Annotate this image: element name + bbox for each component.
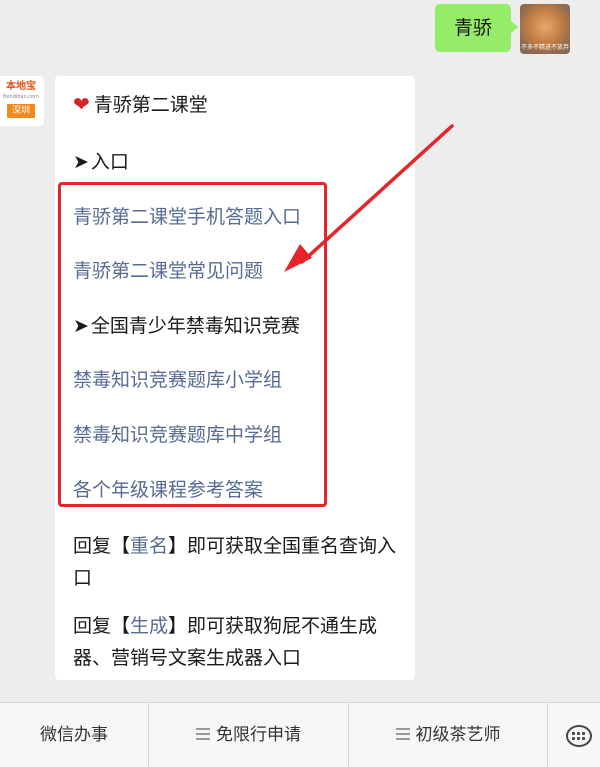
menu-list-icon bbox=[196, 728, 210, 740]
menu-divider bbox=[547, 703, 548, 767]
menu-item-label: 微信办事 bbox=[40, 725, 108, 745]
section-entry-label: 入口 bbox=[90, 151, 129, 173]
bot-logo-city: 深圳 bbox=[7, 104, 35, 118]
section-entry: ➤ 入口 bbox=[73, 148, 129, 176]
card-title: ❤ 青骄第二课堂 bbox=[73, 90, 208, 119]
link-faq[interactable]: 青骄第二课堂常见问题 bbox=[73, 257, 263, 285]
user-message-text: 青骄 bbox=[453, 17, 492, 39]
keyboard-icon[interactable] bbox=[566, 725, 592, 747]
reply2-keyword: 生成 bbox=[130, 615, 169, 637]
menu-item-tea-artist[interactable]: 初级茶艺师 bbox=[349, 703, 547, 767]
section-contest: ➤ 全国青少年禁毒知识竞赛 bbox=[73, 312, 300, 340]
bot-message-card: ❤ 青骄第二课堂 ➤ 入口 青骄第二课堂手机答题入口 青骄第二课堂常见问题 ➤ 全国青… bbox=[55, 76, 415, 680]
reply1-keyword: 重名 bbox=[130, 535, 169, 557]
link-answers[interactable]: 各个年级课程参考答案 bbox=[73, 476, 263, 504]
link-answer-entry[interactable]: 青骄第二课堂手机答题入口 bbox=[73, 203, 301, 231]
card-title-text: 青骄第二课堂 bbox=[93, 94, 208, 116]
bot-avatar[interactable]: 本地宝 Bendibao.com 深圳 bbox=[0, 76, 44, 126]
reply2-prefix: 回复【 bbox=[73, 615, 131, 637]
menu-item-restriction-exemption[interactable]: 免限行申请 bbox=[149, 703, 348, 767]
menu-list-icon bbox=[395, 728, 410, 740]
user-avatar[interactable]: 不多不精进不放弃 bbox=[520, 4, 570, 54]
reply1-prefix: 回复【 bbox=[73, 535, 131, 557]
heart-icon: ❤ bbox=[73, 92, 90, 116]
bottom-menu-bar: 微信办事 免限行申请 初级茶艺师 bbox=[0, 702, 600, 767]
link-middle-bank[interactable]: 禁毒知识竞赛题库中学组 bbox=[73, 421, 282, 449]
menu-item-wechat-service[interactable]: 微信办事 bbox=[0, 703, 148, 767]
user-message-bubble[interactable]: 青骄 bbox=[435, 4, 518, 52]
reply-rename-instruction: 回复【重名】即可获取全国重名查询入口 bbox=[73, 530, 408, 594]
menu-item-label: 初级茶艺师 bbox=[415, 725, 501, 745]
arrow-bullet-icon: ➤ bbox=[73, 151, 89, 173]
arrow-bullet-icon: ➤ bbox=[73, 315, 89, 337]
bot-logo-url: Bendibao.com bbox=[3, 94, 39, 100]
section-contest-label: 全国青少年禁毒知识竞赛 bbox=[90, 315, 300, 337]
user-avatar-caption: 不多不精进不放弃 bbox=[520, 44, 569, 51]
menu-item-label: 免限行申请 bbox=[216, 725, 301, 745]
link-primary-bank[interactable]: 禁毒知识竞赛题库小学组 bbox=[73, 366, 282, 394]
bot-logo-text: 本地宝 bbox=[6, 81, 36, 92]
reply-generator-instruction: 回复【生成】即可获取狗屁不通生成器、营销号文案生成器入口 bbox=[73, 610, 408, 674]
